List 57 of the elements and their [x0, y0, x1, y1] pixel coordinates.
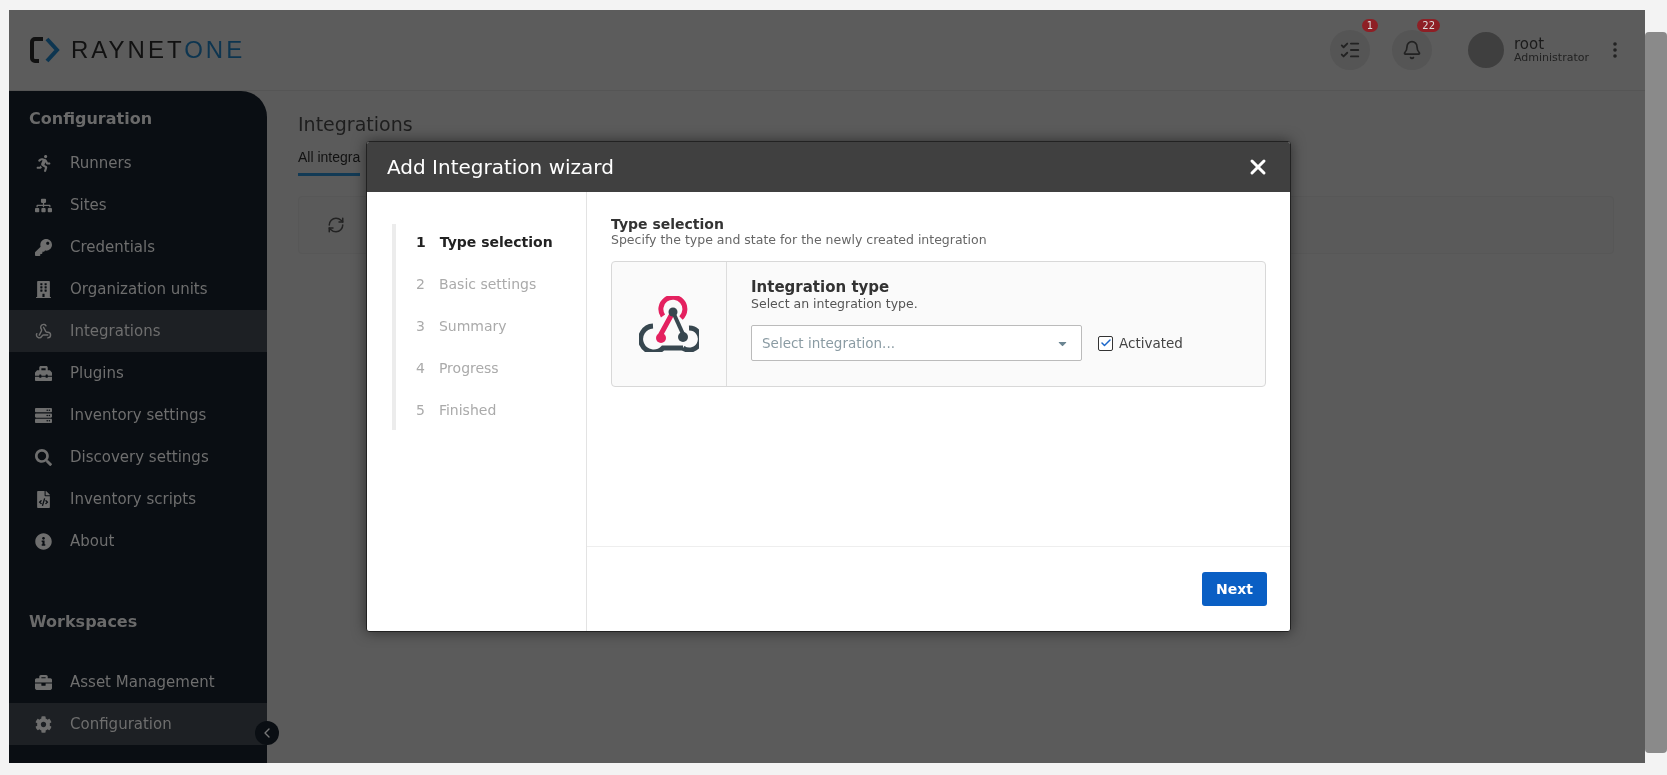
user-role: Administrator [1514, 52, 1589, 65]
wizard-step: 2 Basic settings [416, 272, 586, 296]
check-icon [1099, 337, 1112, 349]
more-menu-button[interactable] [1613, 42, 1617, 58]
integration-type-hint: Select an integration type. [751, 296, 919, 311]
wizard-step: 5 Finished [416, 398, 586, 422]
activated-checkbox[interactable]: Activated [1098, 335, 1183, 351]
code-file-icon [35, 490, 52, 508]
settings-icon [35, 715, 52, 733]
notifications-button[interactable] [1392, 30, 1432, 70]
integration-select[interactable]: Select integration... [751, 325, 1082, 361]
search-icon [35, 448, 52, 466]
tasks-badge: 1 [1361, 19, 1378, 32]
wizard-step: 1 Type selection [416, 230, 586, 254]
sidebar-item[interactable]: Configuration [9, 703, 267, 745]
wizard-step: 4 Progress [416, 356, 586, 380]
webhook-icon [35, 322, 52, 340]
tab[interactable]: All integra [298, 149, 361, 176]
sidebar-item[interactable]: Credentials [9, 226, 267, 268]
sitemap-icon [35, 196, 52, 214]
sidebar-item[interactable]: Inventory scripts [9, 478, 267, 520]
sidebar-item[interactable]: Discovery settings [9, 436, 267, 478]
server-icon [35, 406, 52, 424]
scrollbar-thumb[interactable] [1645, 32, 1667, 753]
logo-wordmark: RAYNETONE [71, 36, 246, 64]
briefcase-icon [35, 673, 52, 691]
info-icon [35, 532, 52, 550]
integration-type-title: Integration type [751, 278, 891, 296]
building-icon [35, 280, 52, 298]
sidebar-item[interactable]: Organization units [9, 268, 267, 310]
toolbox-icon [35, 364, 52, 382]
webhook-logo-icon [639, 296, 699, 352]
tasks-button[interactable] [1330, 30, 1370, 70]
sidebar-item[interactable]: Runners [9, 142, 267, 184]
refresh-icon [327, 216, 345, 234]
sidebar-item[interactable]: Sites [9, 184, 267, 226]
page-title: Integrations [298, 113, 414, 135]
bell-icon [1402, 40, 1422, 60]
collapse-sidebar-button[interactable] [255, 721, 279, 745]
section-subtitle: Specify the type and state for the newly created integration [611, 232, 988, 247]
sidebar-section-title: Workspaces [28, 612, 139, 631]
key-icon [35, 238, 52, 256]
section-title: Type selection [611, 216, 725, 232]
dialog-title: Add Integration wizard [387, 155, 615, 179]
notifications-badge: 22 [1417, 19, 1440, 32]
sidebar-item[interactable]: About [9, 520, 267, 562]
sidebar-item[interactable]: Plugins [9, 352, 267, 394]
sidebar-section-title: Configuration [28, 109, 154, 128]
sidebar-item[interactable]: Inventory settings [9, 394, 267, 436]
user-avatar[interactable] [1468, 32, 1504, 68]
more-icon [1613, 42, 1617, 58]
runner-icon [35, 154, 52, 172]
sidebar-item[interactable]: Integrations [9, 310, 267, 352]
wizard-step: 3 Summary [416, 314, 586, 338]
next-button[interactable]: Next [1202, 572, 1267, 606]
sidebar-item[interactable]: Asset Management [9, 661, 267, 703]
user-name: root [1514, 35, 1546, 53]
